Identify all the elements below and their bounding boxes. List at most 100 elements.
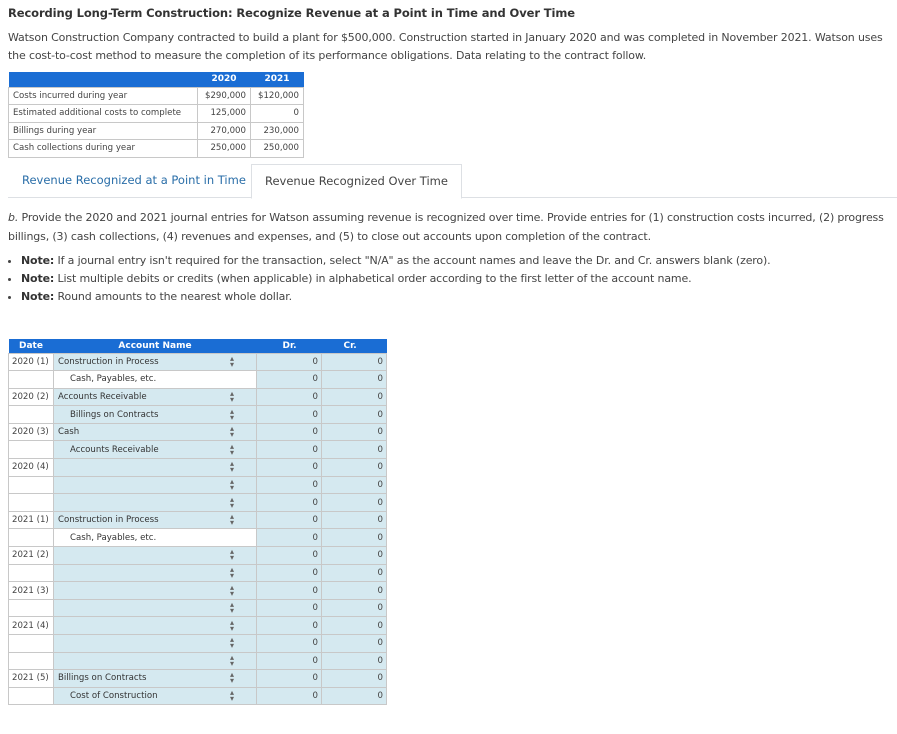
debit-input[interactable]: 0 — [256, 634, 322, 653]
select-arrows-icon: ▴ ▾ — [229, 564, 234, 580]
entry-date — [8, 475, 54, 495]
notes-list: Note: If a journal entry isn't required … — [8, 252, 893, 306]
select-arrows-icon: ▴ ▾ — [229, 600, 234, 616]
account-select[interactable]: ▴ ▾ — [53, 634, 257, 653]
account-select[interactable]: Construction in Process ▴ ▾ — [53, 510, 257, 530]
contract-table-row: Billings during year 270,000 230,000 — [8, 121, 304, 140]
account-name: Accounts Receivable — [58, 391, 147, 402]
credit-input[interactable]: 0 — [321, 510, 387, 530]
account-select[interactable]: Billings on Contracts ▴ ▾ — [53, 669, 257, 688]
tab-over-time[interactable]: Revenue Recognized Over Time — [251, 164, 462, 199]
part-b-prefix: b. — [8, 211, 19, 224]
account-select[interactable]: ▴ ▾ — [53, 563, 257, 583]
intro-paragraph: Watson Construction Company contracted t… — [8, 31, 883, 62]
debit-input[interactable]: 0 — [256, 581, 322, 600]
debit-input[interactable]: 0 — [256, 546, 322, 565]
account-name — [54, 621, 58, 631]
account-select[interactable]: Accounts Receivable ▴ ▾ — [53, 387, 257, 407]
account-name — [54, 586, 58, 596]
debit-input[interactable]: 0 — [256, 493, 322, 512]
account-select[interactable]: ▴ ▾ — [53, 458, 257, 477]
debit-input[interactable]: 0 — [256, 475, 322, 495]
entry-date: 2021 (5) — [8, 669, 54, 688]
account-name — [54, 550, 58, 560]
credit-input[interactable]: 0 — [321, 581, 387, 600]
journal-row: 2021 (3) ▴ ▾ 0 0 — [8, 581, 387, 600]
select-arrows-icon: ▴ ▾ — [229, 670, 234, 686]
account-select[interactable]: ▴ ▾ — [53, 651, 257, 671]
entry-date: 2021 (2) — [8, 546, 54, 565]
credit-input[interactable]: 0 — [321, 669, 387, 688]
account-select[interactable]: ▴ ▾ — [53, 616, 257, 635]
account-select[interactable]: Billings on Contracts ▴ ▾ — [53, 405, 257, 424]
account-select[interactable]: ▴ ▾ — [53, 493, 257, 512]
account-name: Billings on Contracts — [70, 409, 159, 420]
account-select[interactable]: ▴ ▾ — [53, 581, 257, 600]
account-select[interactable]: Cost of Construction ▴ ▾ — [53, 686, 257, 706]
account-select[interactable]: Cash ▴ ▾ — [53, 422, 257, 442]
page-title: Recording Long-Term Construction: Recogn… — [8, 6, 575, 20]
debit-input[interactable]: 0 — [256, 405, 322, 424]
select-arrows-icon: ▴ ▾ — [229, 652, 234, 668]
credit-input[interactable]: 0 — [321, 370, 387, 389]
journal-row: 2021 (1) Construction in Process ▴ ▾ 0 0 — [8, 510, 387, 530]
entry-date — [8, 563, 54, 583]
entry-date: 2021 (4) — [8, 616, 54, 635]
debit-input[interactable]: 0 — [256, 440, 322, 460]
account-select[interactable]: ▴ ▾ — [53, 475, 257, 495]
credit-input[interactable]: 0 — [321, 616, 387, 635]
journal-row: 2021 (5) Billings on Contracts ▴ ▾ 0 0 — [8, 669, 387, 688]
debit-input[interactable]: 0 — [256, 387, 322, 407]
note-item: Note: List multiple debits or credits (w… — [21, 270, 893, 288]
note-label: Note: — [21, 272, 55, 285]
credit-input[interactable]: 0 — [321, 440, 387, 460]
header-account-name: Account Name — [53, 339, 257, 353]
debit-input[interactable]: 0 — [256, 598, 322, 618]
account-name — [54, 568, 58, 578]
account-select[interactable]: ▴ ▾ — [53, 546, 257, 565]
credit-input[interactable]: 0 — [321, 651, 387, 671]
journal-entry-table: Date Account Name Dr. Cr. 2020 (1) Constr… — [8, 339, 387, 706]
credit-input[interactable]: 0 — [321, 352, 387, 372]
account-name: Cash, Payables, etc. — [70, 374, 157, 385]
debit-input[interactable]: 0 — [256, 352, 322, 372]
credit-input[interactable]: 0 — [321, 634, 387, 653]
debit-input[interactable]: 0 — [256, 686, 322, 706]
journal-row: 2020 (3) Cash ▴ ▾ 0 0 — [8, 422, 387, 442]
debit-input[interactable]: 0 — [256, 616, 322, 635]
debit-input[interactable]: 0 — [256, 422, 322, 442]
credit-input[interactable]: 0 — [321, 458, 387, 477]
credit-input[interactable]: 0 — [321, 528, 387, 548]
credit-input[interactable]: 0 — [321, 546, 387, 565]
credit-input[interactable]: 0 — [321, 493, 387, 512]
entry-date — [8, 405, 54, 424]
debit-input[interactable]: 0 — [256, 528, 322, 548]
row-label: Billings during year — [8, 121, 198, 140]
credit-input[interactable]: 0 — [321, 422, 387, 442]
account-select[interactable]: Construction in Process ▴ ▾ — [53, 352, 257, 372]
debit-input[interactable]: 0 — [256, 563, 322, 583]
credit-input[interactable]: 0 — [321, 387, 387, 407]
entry-date: 2020 (4) — [8, 458, 54, 477]
credit-input[interactable]: 0 — [321, 475, 387, 495]
debit-input[interactable]: 0 — [256, 651, 322, 671]
header-2020: 2020 — [197, 72, 251, 87]
debit-input[interactable]: 0 — [256, 458, 322, 477]
value-2021: 230,000 — [250, 121, 304, 140]
journal-row: ▴ ▾ 0 0 — [8, 598, 387, 618]
entry-date — [8, 634, 54, 653]
debit-input[interactable]: 0 — [256, 370, 322, 389]
contract-table-row: Estimated additional costs to complete 12… — [8, 104, 304, 123]
journal-row: 2020 (2) Accounts Receivable ▴ ▾ 0 0 — [8, 387, 387, 407]
credit-input[interactable]: 0 — [321, 563, 387, 583]
part-b-instructions: b. Provide the 2020 and 2021 journal ent… — [8, 208, 893, 246]
credit-input[interactable]: 0 — [321, 405, 387, 424]
account-select[interactable]: ▴ ▾ — [53, 598, 257, 618]
credit-input[interactable]: 0 — [321, 686, 387, 706]
tab-point-in-time[interactable]: Revenue Recognized at a Point in Time — [9, 164, 259, 198]
debit-input[interactable]: 0 — [256, 669, 322, 688]
account-name: Billings on Contracts — [58, 673, 147, 684]
account-select[interactable]: Accounts Receivable ▴ ▾ — [53, 440, 257, 460]
debit-input[interactable]: 0 — [256, 510, 322, 530]
credit-input[interactable]: 0 — [321, 598, 387, 618]
